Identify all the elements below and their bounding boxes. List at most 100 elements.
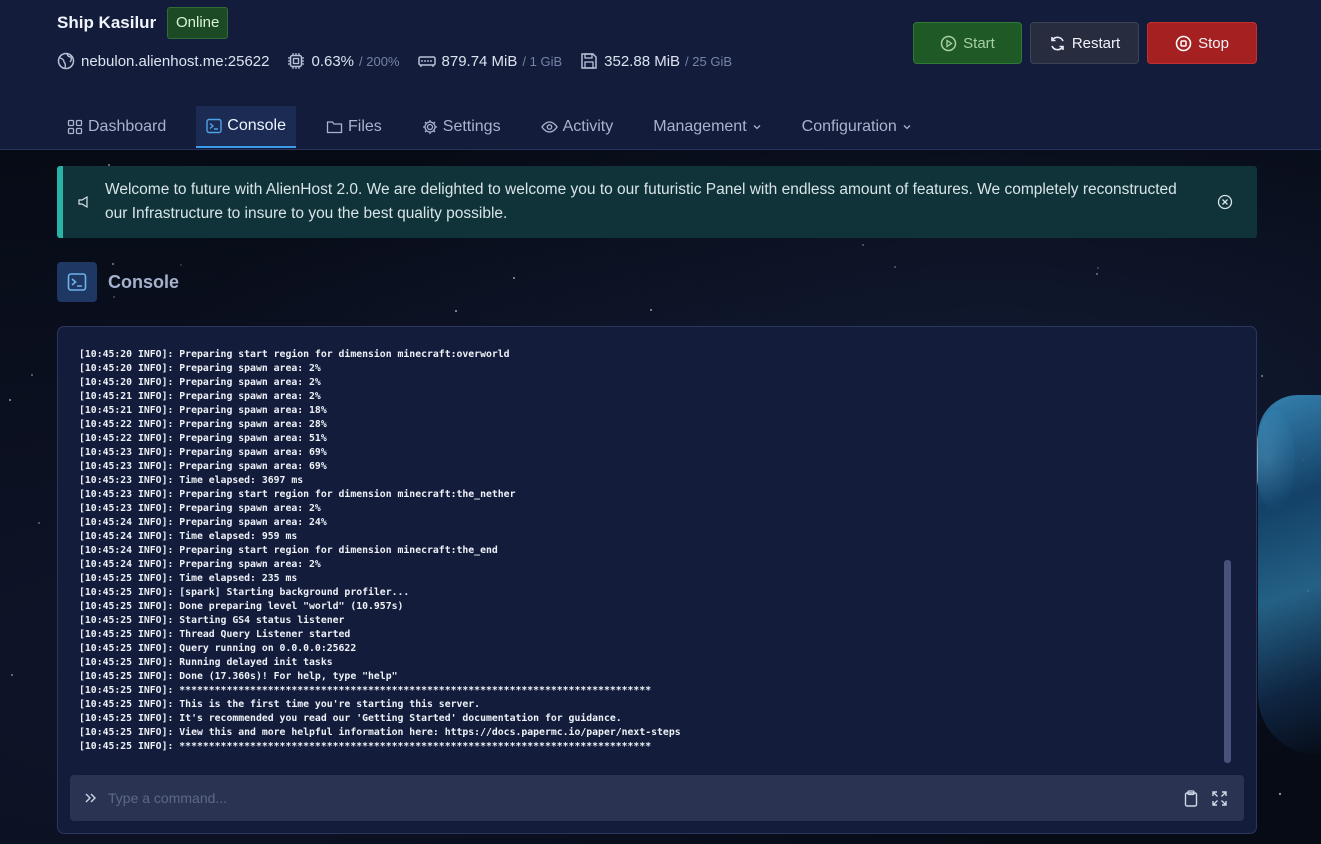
tab-label: Files [347, 118, 382, 135]
console-line: [10:45:25 INFO]: It's recommended you re… [79, 713, 622, 724]
status-badge: Online [167, 7, 229, 39]
globe-icon [57, 52, 75, 70]
console-line: [10:45:23 INFO]: Preparing start region … [79, 489, 516, 500]
memory-limit: / 1 GiB [522, 53, 563, 69]
console-line: [10:45:25 INFO]: [spark] Starting backgr… [79, 587, 410, 598]
server-header: Ship Kasilur Online nebulon.alienhost.me… [0, 0, 1321, 150]
console-line: [10:45:25 INFO]: Time elapsed: 235 ms [79, 573, 298, 584]
alert-message: Welcome to future with AlienHost 2.0. We… [105, 181, 1177, 222]
chevron-down-icon [903, 125, 911, 130]
tab-console[interactable]: Console [196, 106, 296, 148]
cpu-icon [288, 53, 305, 69]
console-line: [10:45:20 INFO]: Preparing spawn area: 2… [79, 363, 321, 374]
console-line: [10:45:23 INFO]: Preparing spawn area: 6… [79, 447, 327, 458]
tab-configuration[interactable]: Configuration [792, 106, 922, 148]
tab-label: Configuration [801, 118, 897, 135]
nav-tabs: Dashboard Console Files Settings Activit… [57, 106, 942, 150]
console-output: [10:45:20 INFO]: Preparing start region … [79, 348, 1199, 754]
star [9, 399, 11, 401]
page-title: Console [108, 271, 180, 292]
star [1261, 375, 1263, 377]
console-line: [10:45:25 INFO]: Thread Query Listener s… [79, 629, 351, 640]
star [862, 244, 864, 246]
server-stats: nebulon.alienhost.me:25622 0.63% / 200% … [57, 52, 750, 70]
terminal-icon [57, 262, 97, 302]
cpu-limit: / 200% [359, 53, 400, 69]
star [11, 674, 13, 676]
memory-stat: 879.74 MiB / 1 GiB [417, 52, 563, 70]
star [1279, 793, 1281, 795]
console-line: [10:45:24 INFO]: Time elapsed: 959 ms [79, 531, 298, 542]
tab-label: Console [227, 117, 286, 134]
console-line: [10:45:20 INFO]: Preparing spawn area: 2… [79, 377, 321, 388]
console-line: [10:45:20 INFO]: Preparing start region … [79, 349, 510, 360]
tab-label: Management [653, 118, 747, 135]
cpu-stat: 0.63% / 200% [287, 52, 400, 70]
memory-icon [417, 56, 436, 67]
disk-stat: 352.88 MiB / 25 GiB [580, 52, 732, 70]
disk-limit: / 25 GiB [685, 53, 733, 69]
console-line: [10:45:25 INFO]: Done preparing level "w… [79, 601, 404, 612]
server-name: Ship Kasilur [57, 13, 157, 32]
grid-icon [67, 119, 83, 135]
address-stat: nebulon.alienhost.me:25622 [57, 52, 269, 70]
star [1096, 273, 1098, 275]
clipboard-icon[interactable] [1183, 789, 1199, 807]
cpu-value: 0.63% [311, 52, 355, 70]
command-bar [70, 775, 1244, 821]
console-line: [10:45:25 INFO]: ***********************… [79, 685, 652, 696]
chevron-down-icon [753, 125, 761, 130]
play-circle-icon [940, 35, 957, 51]
refresh-icon [1051, 36, 1064, 50]
tab-settings[interactable]: Settings [412, 106, 511, 148]
console-scrollbar[interactable] [1224, 560, 1231, 763]
star [650, 309, 652, 311]
megaphone-icon [78, 195, 88, 209]
console-line: [10:45:24 INFO]: Preparing spawn area: 2… [79, 559, 321, 570]
tab-files[interactable]: Files [316, 106, 392, 148]
star [513, 277, 515, 279]
console-line: [10:45:23 INFO]: Preparing spawn area: 2… [79, 503, 321, 514]
console-line: [10:45:24 INFO]: Preparing spawn area: 2… [79, 517, 327, 528]
console-line: [10:45:25 INFO]: View this and more help… [79, 727, 681, 738]
gear-icon [422, 120, 437, 134]
disk-value: 352.88 MiB [604, 52, 681, 70]
eye-icon [540, 121, 558, 133]
console-line: [10:45:25 INFO]: Running delayed init ta… [79, 657, 333, 668]
console-line: [10:45:25 INFO]: Starting GS4 status lis… [79, 615, 345, 626]
stop-button[interactable]: Stop [1147, 22, 1257, 64]
server-address[interactable]: nebulon.alienhost.me:25622 [81, 53, 269, 70]
console-line: [10:45:25 INFO]: This is the first time … [79, 699, 481, 710]
console-line: [10:45:22 INFO]: Preparing spawn area: 5… [79, 433, 327, 444]
stop-circle-icon [1175, 35, 1192, 51]
close-icon[interactable] [1217, 194, 1233, 215]
console-line: [10:45:25 INFO]: Query running on 0.0.0.… [79, 643, 357, 654]
console-line: [10:45:25 INFO]: ***********************… [79, 741, 652, 752]
stop-label: Stop [1198, 34, 1229, 52]
restart-button[interactable]: Restart [1030, 22, 1139, 64]
tab-management[interactable]: Management [643, 106, 771, 148]
command-input[interactable] [108, 790, 1171, 806]
command-actions [1171, 789, 1228, 807]
console-heading: Console [57, 262, 179, 302]
star [1097, 267, 1099, 269]
expand-icon[interactable] [1211, 790, 1228, 807]
chevrons-right-icon [85, 793, 96, 803]
tab-activity[interactable]: Activity [531, 106, 624, 148]
tab-label: Dashboard [88, 118, 167, 135]
terminal-icon [206, 118, 222, 134]
start-button[interactable]: Start [913, 22, 1022, 64]
console-panel: [10:45:20 INFO]: Preparing start region … [57, 326, 1257, 834]
tab-dashboard[interactable]: Dashboard [57, 106, 176, 148]
star [455, 310, 457, 312]
announcement-alert: Welcome to future with AlienHost 2.0. We… [57, 166, 1257, 238]
spaceship-illustration [1258, 395, 1321, 755]
restart-label: Restart [1071, 34, 1121, 52]
console-line: [10:45:23 INFO]: Time elapsed: 3697 ms [79, 475, 304, 486]
star [38, 522, 40, 524]
star [894, 266, 896, 268]
console-line: [10:45:24 INFO]: Preparing start region … [79, 545, 498, 556]
console-line: [10:45:25 INFO]: Done (17.360s)! For hel… [79, 671, 398, 682]
memory-value: 879.74 MiB [441, 52, 518, 70]
star [180, 264, 182, 266]
